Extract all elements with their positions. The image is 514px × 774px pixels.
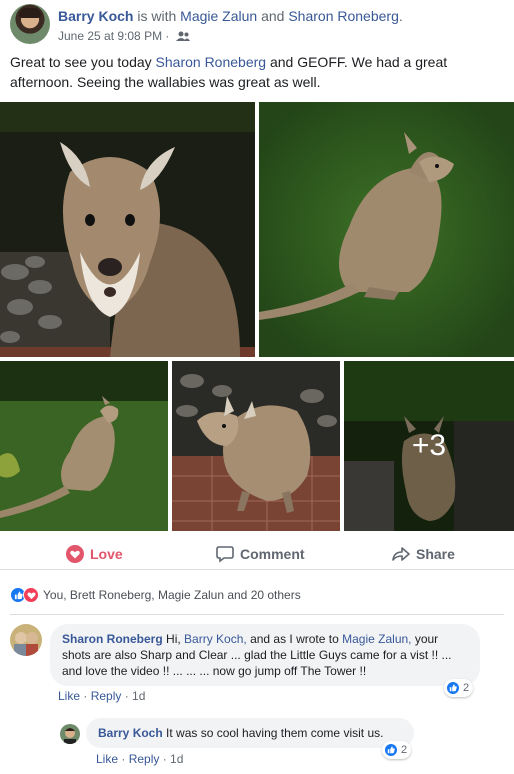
love-reaction-icon bbox=[23, 587, 39, 603]
comment-author-2[interactable]: Barry Koch bbox=[98, 726, 163, 740]
comment-2-reaction-count[interactable]: 2 bbox=[382, 741, 412, 759]
comment-label: Comment bbox=[240, 546, 305, 562]
tagged-user-1[interactable]: Magie Zalun bbox=[180, 8, 257, 24]
comment-1-actions: Like · Reply · 1d bbox=[58, 689, 145, 703]
comments-divider bbox=[10, 614, 504, 615]
share-label: Share bbox=[416, 546, 455, 562]
photo-4[interactable] bbox=[172, 361, 340, 531]
comment-1-mention-2[interactable]: Magie Zalun, bbox=[342, 632, 411, 646]
comment-2-reply-link[interactable]: Reply bbox=[129, 752, 160, 766]
comment-2-text: It was so cool having them come visit us… bbox=[162, 726, 384, 740]
comment-2-dot-1: · bbox=[118, 752, 129, 766]
heart-icon bbox=[66, 545, 84, 563]
comment-1-reaction-number: 2 bbox=[463, 682, 470, 694]
wallaby-on-grass-image bbox=[259, 102, 514, 357]
author-name[interactable]: Barry Koch bbox=[58, 8, 133, 24]
post-header-line: Barry Koch is with Magie Zalun and Sharo… bbox=[58, 8, 403, 24]
commenter-avatar-sharon[interactable] bbox=[10, 624, 42, 656]
like-reaction-icon bbox=[446, 681, 460, 695]
comment-2-dot-2: · bbox=[159, 752, 171, 766]
comment-1-dot-2: · bbox=[121, 689, 133, 703]
with-text: is with bbox=[133, 8, 181, 24]
photo-2[interactable] bbox=[259, 102, 514, 357]
post-text-before: Great to see you today bbox=[10, 54, 156, 70]
post-header: Barry Koch is with Magie Zalun and Sharo… bbox=[10, 4, 504, 44]
comment-2-actions: Like · Reply · 1d bbox=[96, 752, 183, 766]
comment-2-age[interactable]: 1d bbox=[170, 752, 183, 766]
more-photos-overlay[interactable]: +3 bbox=[344, 361, 514, 531]
comment-1-text-2: and as I wrote to bbox=[246, 632, 343, 646]
love-button[interactable]: Love bbox=[66, 543, 123, 565]
post-timestamp[interactable]: June 25 at 9:08 PM bbox=[58, 29, 162, 43]
love-label: Love bbox=[90, 546, 123, 562]
comment-1-text-1: Hi, bbox=[162, 632, 185, 646]
post-text-mention[interactable]: Sharon Roneberg bbox=[156, 54, 267, 70]
comment-2-like-link[interactable]: Like bbox=[96, 752, 118, 766]
comment-button[interactable]: Comment bbox=[216, 543, 305, 565]
photo-1[interactable] bbox=[0, 102, 255, 357]
comment-1-mention-1[interactable]: Barry Koch, bbox=[184, 632, 247, 646]
comment-1-like-link[interactable]: Like bbox=[58, 689, 80, 703]
post-action-bar: Love Comment Share bbox=[0, 538, 514, 570]
comment-bubble-2: Barry Koch It was so cool having them co… bbox=[86, 718, 414, 748]
wallaby-closeup-image bbox=[0, 102, 255, 357]
wallaby-on-pavers-image bbox=[172, 361, 340, 531]
comment-bubble-1: Sharon Roneberg Hi, Barry Koch, and as I… bbox=[50, 624, 480, 686]
reactions-summary[interactable]: You, Brett Roneberg, Magie Zalun and 20 … bbox=[10, 585, 301, 605]
like-reaction-icon bbox=[384, 743, 398, 757]
comment-2-reaction-number: 2 bbox=[401, 744, 408, 756]
friends-icon[interactable] bbox=[175, 30, 190, 41]
comment-icon bbox=[216, 546, 234, 563]
more-photos-count: +3 bbox=[411, 429, 447, 462]
photo-3[interactable] bbox=[0, 361, 168, 531]
photo-5-more[interactable]: +3 bbox=[344, 361, 514, 531]
comment-1-age[interactable]: 1d bbox=[132, 689, 145, 703]
comment-1-reaction-count[interactable]: 2 bbox=[444, 679, 474, 697]
post-meta: June 25 at 9:08 PM · bbox=[58, 29, 190, 43]
tagged-user-2[interactable]: Sharon Roneberg bbox=[288, 8, 399, 24]
comment-1-reply-link[interactable]: Reply bbox=[91, 689, 122, 703]
commenter-avatar-barry[interactable] bbox=[60, 724, 80, 744]
share-button[interactable]: Share bbox=[392, 543, 455, 565]
share-icon bbox=[392, 547, 410, 561]
wallaby-small-grass-image bbox=[0, 361, 168, 531]
author-avatar[interactable] bbox=[10, 4, 50, 44]
and-text: and bbox=[257, 8, 289, 24]
post-text: Great to see you today Sharon Roneberg a… bbox=[10, 52, 504, 92]
comment-author-1[interactable]: Sharon Roneberg bbox=[62, 632, 163, 646]
header-period: . bbox=[398, 8, 403, 24]
reactions-summary-text[interactable]: You, Brett Roneberg, Magie Zalun and 20 … bbox=[43, 588, 301, 602]
comment-1-dot-1: · bbox=[80, 689, 91, 703]
meta-separator: · bbox=[162, 29, 173, 43]
